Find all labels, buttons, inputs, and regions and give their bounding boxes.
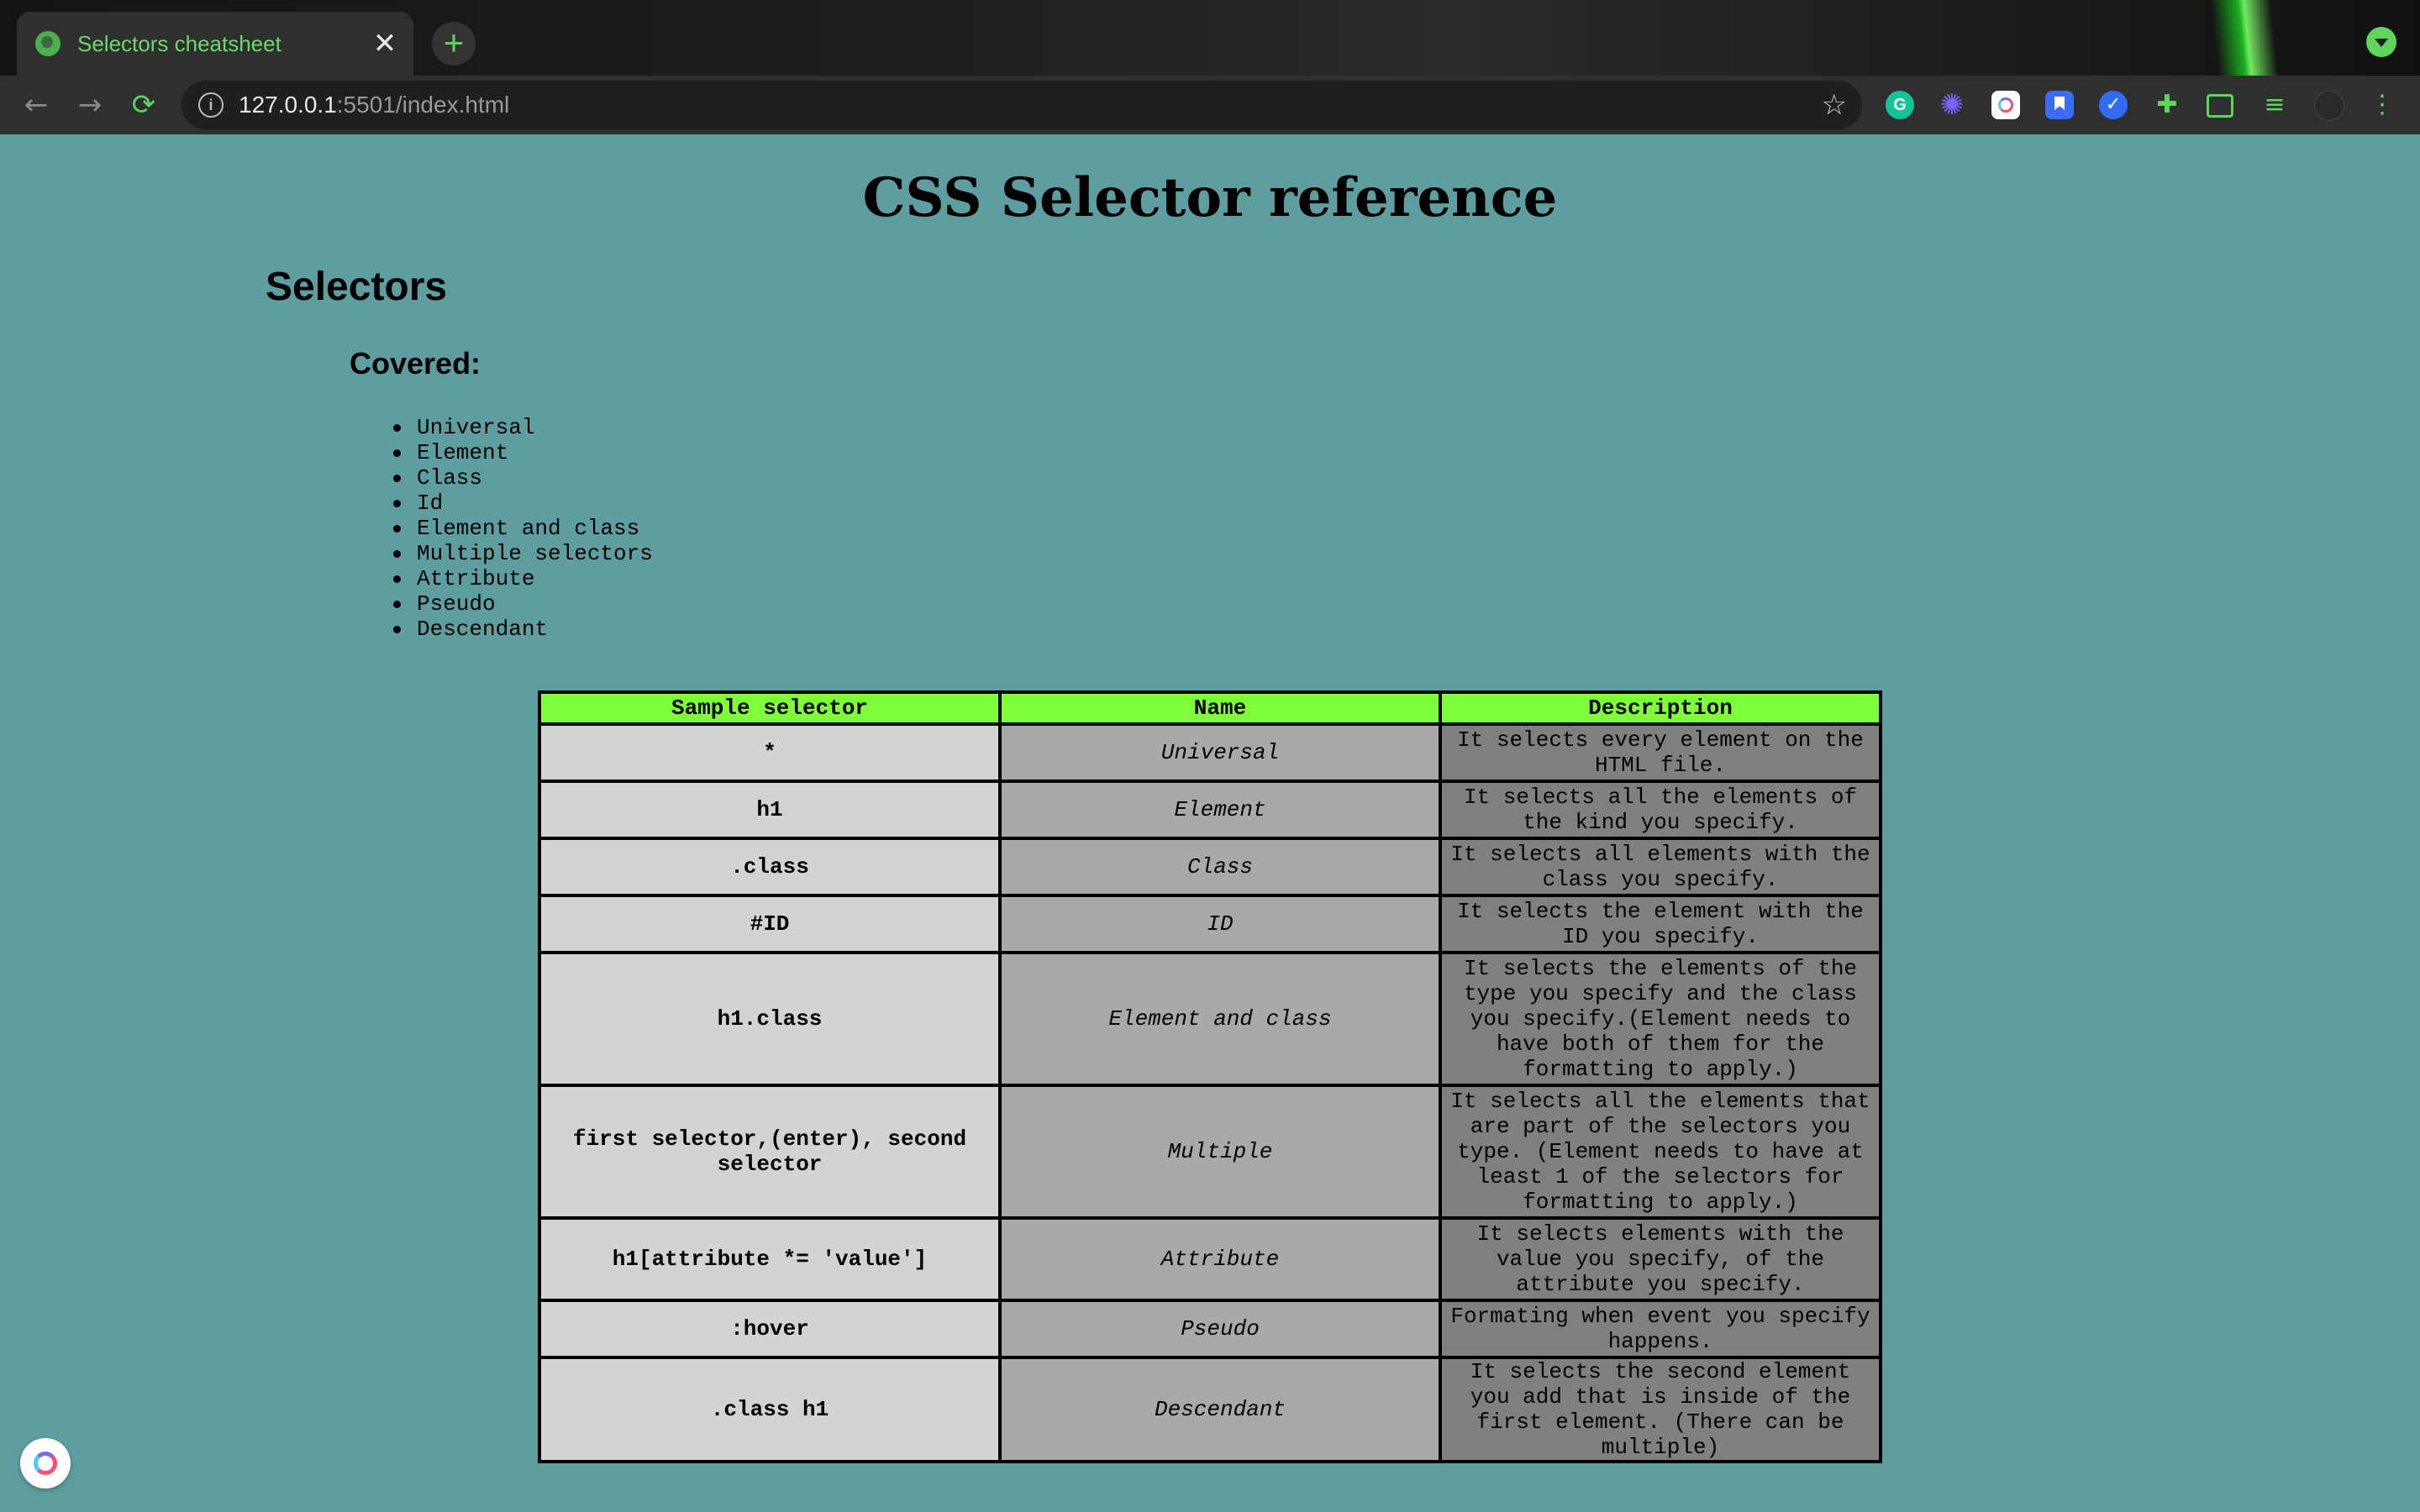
- description-cell: It selects the element with the ID you s…: [1438, 894, 1883, 954]
- selector-cell: *: [537, 722, 1002, 783]
- menu-icon[interactable]: ⋮: [2368, 91, 2396, 119]
- name-cell: ID: [998, 894, 1442, 954]
- table-row: h1 Element It selects all the elements o…: [537, 780, 1883, 840]
- back-icon[interactable]: ←: [15, 84, 57, 126]
- name-cell: Element: [998, 780, 1442, 840]
- selectors-heading: Selectors: [266, 265, 448, 309]
- selector-cell: .class h1: [537, 1356, 1002, 1463]
- name-cell: Attribute: [998, 1216, 1442, 1302]
- cast-icon[interactable]: [2207, 94, 2233, 118]
- description-cell: It selects all the elements of the kind …: [1438, 780, 1883, 840]
- table-row: h1[attribute *= 'value'] Attribute It se…: [537, 1216, 1883, 1302]
- queue-icon[interactable]: ≡: [2260, 91, 2289, 119]
- description-cell: It selects every element on the HTML fil…: [1438, 722, 1883, 783]
- page-title: CSS Selector reference: [862, 166, 1558, 229]
- bookmark-icon[interactable]: [2045, 91, 2074, 119]
- covered-list: Universal Element Class Id Element and c…: [393, 415, 653, 642]
- list-item: Universal: [393, 415, 653, 440]
- selector-cell: #ID: [537, 894, 1002, 954]
- selector-cell: .class: [537, 837, 1002, 897]
- description-cell: It selects all elements with the class y…: [1438, 837, 1883, 897]
- table-row: first selector,(enter), second selector …: [537, 1084, 1883, 1220]
- header-sample-selector: Sample selector: [537, 690, 1002, 726]
- page-content: CSS Selector reference Selectors Covered…: [0, 134, 2420, 1512]
- header-name: Name: [998, 690, 1442, 726]
- list-item: Id: [393, 491, 653, 516]
- selector-cell: h1: [537, 780, 1002, 840]
- address-bar[interactable]: i 127.0.0.1:5501/index.html ☆: [182, 81, 1862, 129]
- description-cell: It selects elements with the value you s…: [1438, 1216, 1883, 1302]
- table-header-row: Sample selector Name Description: [537, 690, 1883, 726]
- reload-icon[interactable]: ⟳: [123, 84, 165, 126]
- selector-cell: h1[attribute *= 'value']: [537, 1216, 1002, 1302]
- list-item: Element and class: [393, 516, 653, 541]
- selector-cell: :hover: [537, 1299, 1002, 1359]
- table-row: * Universal It selects every element on …: [537, 722, 1883, 783]
- clickup-icon[interactable]: [1991, 91, 2020, 119]
- avatar-icon[interactable]: [2314, 91, 2344, 121]
- name-cell: Pseudo: [998, 1299, 1442, 1359]
- info-icon[interactable]: i: [198, 92, 224, 118]
- table-row: :hover Pseudo Formating when event you s…: [537, 1299, 1883, 1359]
- name-cell: Universal: [998, 722, 1442, 783]
- tab-search-icon[interactable]: [2366, 27, 2396, 57]
- browser-toolbar: ← → ⟳ i 127.0.0.1:5501/index.html ☆ ✺ ✓ …: [0, 76, 2420, 134]
- bookmark-star-icon[interactable]: ☆: [1822, 86, 1847, 124]
- header-description: Description: [1438, 690, 1883, 726]
- list-item: Class: [393, 465, 653, 491]
- puzzle-icon[interactable]: ✚: [2153, 91, 2181, 119]
- name-cell: Multiple: [998, 1084, 1442, 1220]
- name-cell: Element and class: [998, 951, 1442, 1087]
- name-cell: Class: [998, 837, 1442, 897]
- new-tab-button[interactable]: +: [432, 22, 476, 66]
- check-icon[interactable]: ✓: [2099, 91, 2128, 119]
- url-text[interactable]: 127.0.0.1:5501/index.html: [239, 81, 509, 129]
- list-item: Pseudo: [393, 591, 653, 617]
- tab-title: Selectors cheatsheet: [77, 30, 281, 56]
- forward-icon[interactable]: →: [69, 84, 111, 126]
- table-row: #ID ID It selects the element with the I…: [537, 894, 1883, 954]
- table-row: .class Class It selects all elements wit…: [537, 837, 1883, 897]
- list-item: Descendant: [393, 617, 653, 642]
- description-cell: It selects the second element you add th…: [1438, 1356, 1883, 1463]
- globe-icon: [35, 31, 60, 56]
- covered-heading: Covered:: [350, 346, 481, 381]
- browser-chrome: Selectors cheatsheet ✕ + ← → ⟳ i 127.0.0…: [0, 0, 2420, 134]
- selector-cell: first selector,(enter), second selector: [537, 1084, 1002, 1220]
- description-cell: Formating when event you specify happens…: [1438, 1299, 1883, 1359]
- name-cell: Descendant: [998, 1356, 1442, 1463]
- grammarly-icon[interactable]: [1886, 91, 1914, 119]
- list-item: Element: [393, 440, 653, 465]
- clickup-fab-icon[interactable]: [20, 1438, 71, 1488]
- close-tab-icon[interactable]: ✕: [368, 29, 402, 58]
- table-row: h1.class Element and class It selects th…: [537, 951, 1883, 1087]
- list-item: Multiple selectors: [393, 541, 653, 566]
- description-cell: It selects all the elements that are par…: [1438, 1084, 1883, 1220]
- table-row: .class h1 Descendant It selects the seco…: [537, 1356, 1883, 1463]
- list-item: Attribute: [393, 566, 653, 591]
- description-cell: It selects the elements of the type you …: [1438, 951, 1883, 1087]
- browser-tab[interactable]: Selectors cheatsheet ✕: [17, 12, 413, 76]
- selector-table: Sample selector Name Description * Unive…: [537, 690, 1883, 1463]
- selector-cell: h1.class: [537, 951, 1002, 1087]
- gear-icon[interactable]: ✺: [1938, 91, 1966, 119]
